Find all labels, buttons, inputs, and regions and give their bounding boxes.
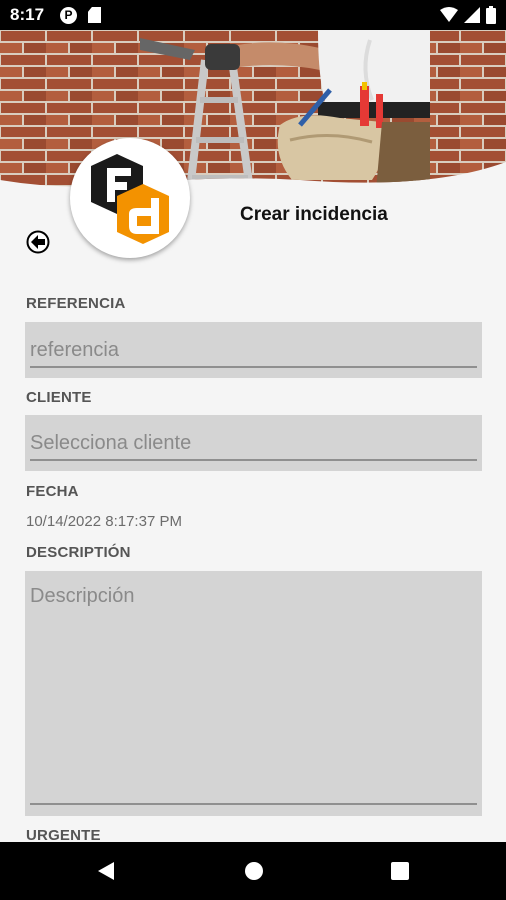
cliente-underline — [30, 459, 477, 461]
fd-logo — [70, 138, 190, 258]
header-banner — [0, 30, 506, 190]
back-arrow-icon — [26, 230, 50, 254]
cliente-field[interactable] — [25, 415, 482, 471]
nav-recents-icon[interactable] — [391, 862, 409, 880]
status-time: 8:17 — [10, 5, 45, 24]
status-icons — [440, 6, 496, 24]
fecha-value[interactable]: 10/14/2022 8:17:37 PM — [26, 513, 182, 530]
referencia-underline — [30, 366, 477, 368]
referencia-field[interactable] — [25, 322, 482, 378]
p-badge-icon: P — [60, 7, 77, 24]
descripcion-underline — [30, 803, 477, 805]
battery-icon — [486, 6, 496, 24]
wifi-icon — [440, 7, 458, 22]
signal-icon — [464, 7, 480, 23]
descripcion-textarea[interactable] — [30, 585, 477, 801]
descripcion-field[interactable] — [25, 571, 482, 816]
sd-card-icon — [88, 7, 101, 23]
cliente-select[interactable] — [30, 429, 477, 457]
referencia-input[interactable] — [30, 336, 477, 364]
back-button[interactable] — [26, 230, 50, 254]
cliente-label: CLIENTE — [26, 389, 92, 406]
fecha-label: FECHA — [26, 483, 79, 500]
navigation-bar — [0, 842, 506, 900]
handyman-banner-photo — [0, 30, 506, 190]
page-title: Crear incidencia — [240, 204, 388, 225]
nav-back-icon[interactable] — [96, 861, 116, 881]
referencia-label: REFERENCIA — [26, 295, 126, 312]
nav-home-icon[interactable] — [244, 861, 264, 881]
descripcion-label: DESCRIPTIÓN — [26, 544, 131, 561]
status-bar: 8:17 P — [0, 0, 506, 30]
fd-logo-mark — [91, 154, 169, 244]
